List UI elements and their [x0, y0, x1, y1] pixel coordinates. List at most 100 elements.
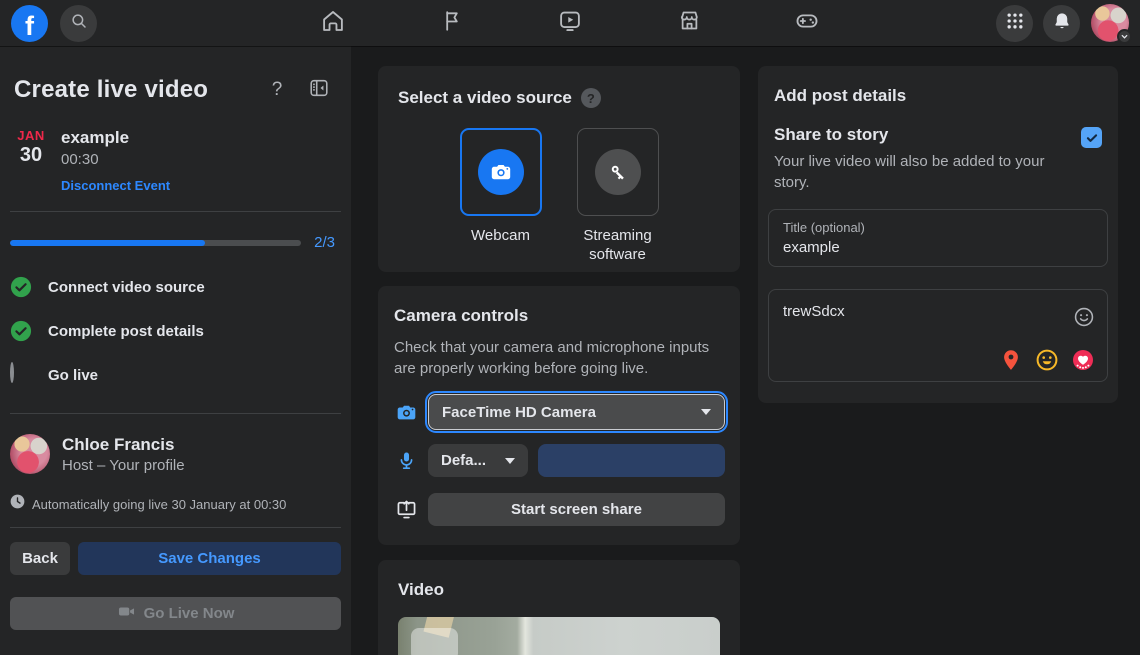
source-option-webcam[interactable]: Webcam — [454, 128, 548, 264]
go-live-now-button[interactable]: Go Live Now — [10, 597, 341, 630]
setup-progress: 2/3 — [10, 234, 335, 251]
share-to-story-checkbox[interactable] — [1081, 127, 1102, 148]
emoji-picker-icon[interactable] — [1073, 306, 1095, 333]
streaming-software-label: Streaming software — [583, 227, 652, 263]
bell-icon — [1052, 11, 1072, 36]
feeling-activity-icon[interactable] — [1035, 348, 1059, 372]
video-source-options: Webcam Streaming software — [378, 128, 740, 264]
setup-steps-list: Connect video source Complete post detai… — [10, 265, 341, 397]
event-day: 30 — [19, 144, 43, 166]
nav-tab-gaming[interactable] — [779, 0, 835, 46]
nav-tab-marketplace[interactable] — [661, 0, 717, 46]
step-complete-post-details: Complete post details — [10, 309, 341, 353]
home-icon — [320, 8, 346, 39]
camera-select-value: FaceTime HD Camera — [442, 403, 596, 421]
microphone-select[interactable]: Defa... — [428, 444, 528, 477]
start-screen-share-button[interactable]: Start screen share — [428, 493, 725, 526]
nav-tab-watch[interactable] — [542, 0, 598, 46]
watch-icon — [557, 8, 583, 39]
clock-icon — [10, 494, 25, 514]
camera-select-row: FaceTime HD Camera — [394, 391, 728, 433]
host-name: Chloe Francis — [62, 434, 175, 454]
stream-key-icon — [594, 149, 641, 195]
back-button[interactable]: Back — [10, 542, 70, 575]
nav-tab-pages[interactable] — [424, 0, 480, 46]
microphone-select-value: Defa... — [441, 452, 487, 469]
step-label: Connect video source — [48, 278, 205, 296]
webcam-label: Webcam — [471, 227, 530, 244]
event-month: JAN — [17, 128, 45, 143]
webcam-card — [459, 128, 542, 216]
share-to-story-description: Your live video will also be added to yo… — [774, 153, 1045, 191]
host-role: Host – Your profile — [62, 456, 185, 474]
preview-overlay-badge — [411, 628, 458, 655]
gif-reel-heart-icon[interactable] — [1071, 348, 1095, 372]
host-row: Chloe Francis Host – Your profile — [10, 434, 341, 474]
sidebar-header: Create live video ? — [0, 46, 351, 116]
divider — [10, 527, 341, 528]
footer-buttons: Back Save Changes — [10, 542, 341, 575]
progress-fill — [10, 239, 206, 246]
help-button[interactable]: ? — [259, 72, 295, 108]
account-menu-button[interactable] — [1091, 4, 1132, 44]
description-field[interactable]: trewSdcx — [768, 289, 1108, 382]
caret-down-icon — [505, 457, 515, 464]
flag-icon — [440, 9, 464, 38]
camera-panel-title: Camera controls — [394, 306, 529, 325]
storefront-icon — [677, 8, 702, 38]
progress-track — [10, 239, 302, 246]
source-option-streaming-software[interactable]: Streaming software — [571, 128, 665, 264]
step-go-live: Go live — [10, 353, 341, 397]
camcorder-icon — [117, 602, 136, 625]
screen-share-icon — [394, 498, 418, 521]
title-field-label: Title (optional) — [783, 220, 865, 235]
screen-share-row: Start screen share — [394, 493, 725, 526]
save-changes-button[interactable]: Save Changes — [78, 542, 341, 575]
search-icon — [70, 12, 88, 35]
nav-tab-home[interactable] — [305, 0, 361, 46]
check-circle-icon — [10, 276, 32, 298]
microphone-level-meter — [538, 444, 725, 477]
step-label: Go live — [48, 366, 99, 384]
empty-circle-icon — [10, 362, 32, 386]
check-icon — [1086, 133, 1097, 142]
divider — [10, 211, 341, 212]
apps-grid-icon — [1005, 11, 1025, 36]
collapse-panel-button[interactable] — [301, 72, 337, 108]
details-panel-title: Add post details — [774, 86, 907, 105]
check-in-location-icon[interactable] — [999, 348, 1023, 372]
search-button[interactable] — [60, 5, 97, 42]
title-field-value: example — [783, 239, 840, 256]
camera-select[interactable]: FaceTime HD Camera — [425, 391, 728, 433]
create-live-video-sidebar: Create live video ? JAN 30 example 00:30… — [0, 46, 351, 655]
composer-attachment-icons — [999, 348, 1095, 372]
facebook-logo[interactable]: f — [11, 5, 48, 42]
check-circle-icon — [10, 320, 32, 342]
disconnect-event-link[interactable]: Disconnect Event — [61, 178, 170, 193]
host-avatar — [10, 434, 50, 474]
description-field-value: trewSdcx — [783, 303, 845, 320]
help-icon[interactable]: ? — [580, 88, 601, 108]
apps-menu-button[interactable] — [996, 5, 1033, 42]
title-field[interactable]: Title (optional) example — [768, 209, 1108, 267]
camera-icon — [477, 149, 524, 195]
event-time: 00:30 — [61, 151, 99, 168]
camera-controls-panel: Camera controls Check that your camera a… — [378, 286, 740, 545]
microphone-icon — [394, 450, 418, 471]
page-title: Create live video — [14, 76, 209, 103]
chevron-down-icon — [1117, 29, 1132, 44]
facebook-logo-letter: f — [25, 10, 34, 41]
share-to-story-label: Share to story — [774, 125, 889, 144]
share-to-story-row: Share to story Your live video will also… — [774, 125, 1102, 193]
source-panel-title: Select a video source — [398, 88, 572, 107]
scheduled-event-summary: JAN 30 example 00:30 Disconnect Event — [0, 116, 351, 195]
event-date: JAN 30 — [16, 128, 46, 195]
progress-label: 2/3 — [314, 234, 335, 251]
step-label: Complete post details — [48, 322, 204, 340]
notifications-button[interactable] — [1043, 5, 1080, 42]
source-panel-header: Select a video source ? — [378, 66, 740, 108]
step-connect-video-source: Connect video source — [10, 265, 341, 309]
go-live-now-label: Go Live Now — [143, 605, 235, 622]
event-info: example 00:30 Disconnect Event — [61, 128, 170, 195]
event-title: example — [61, 128, 130, 147]
